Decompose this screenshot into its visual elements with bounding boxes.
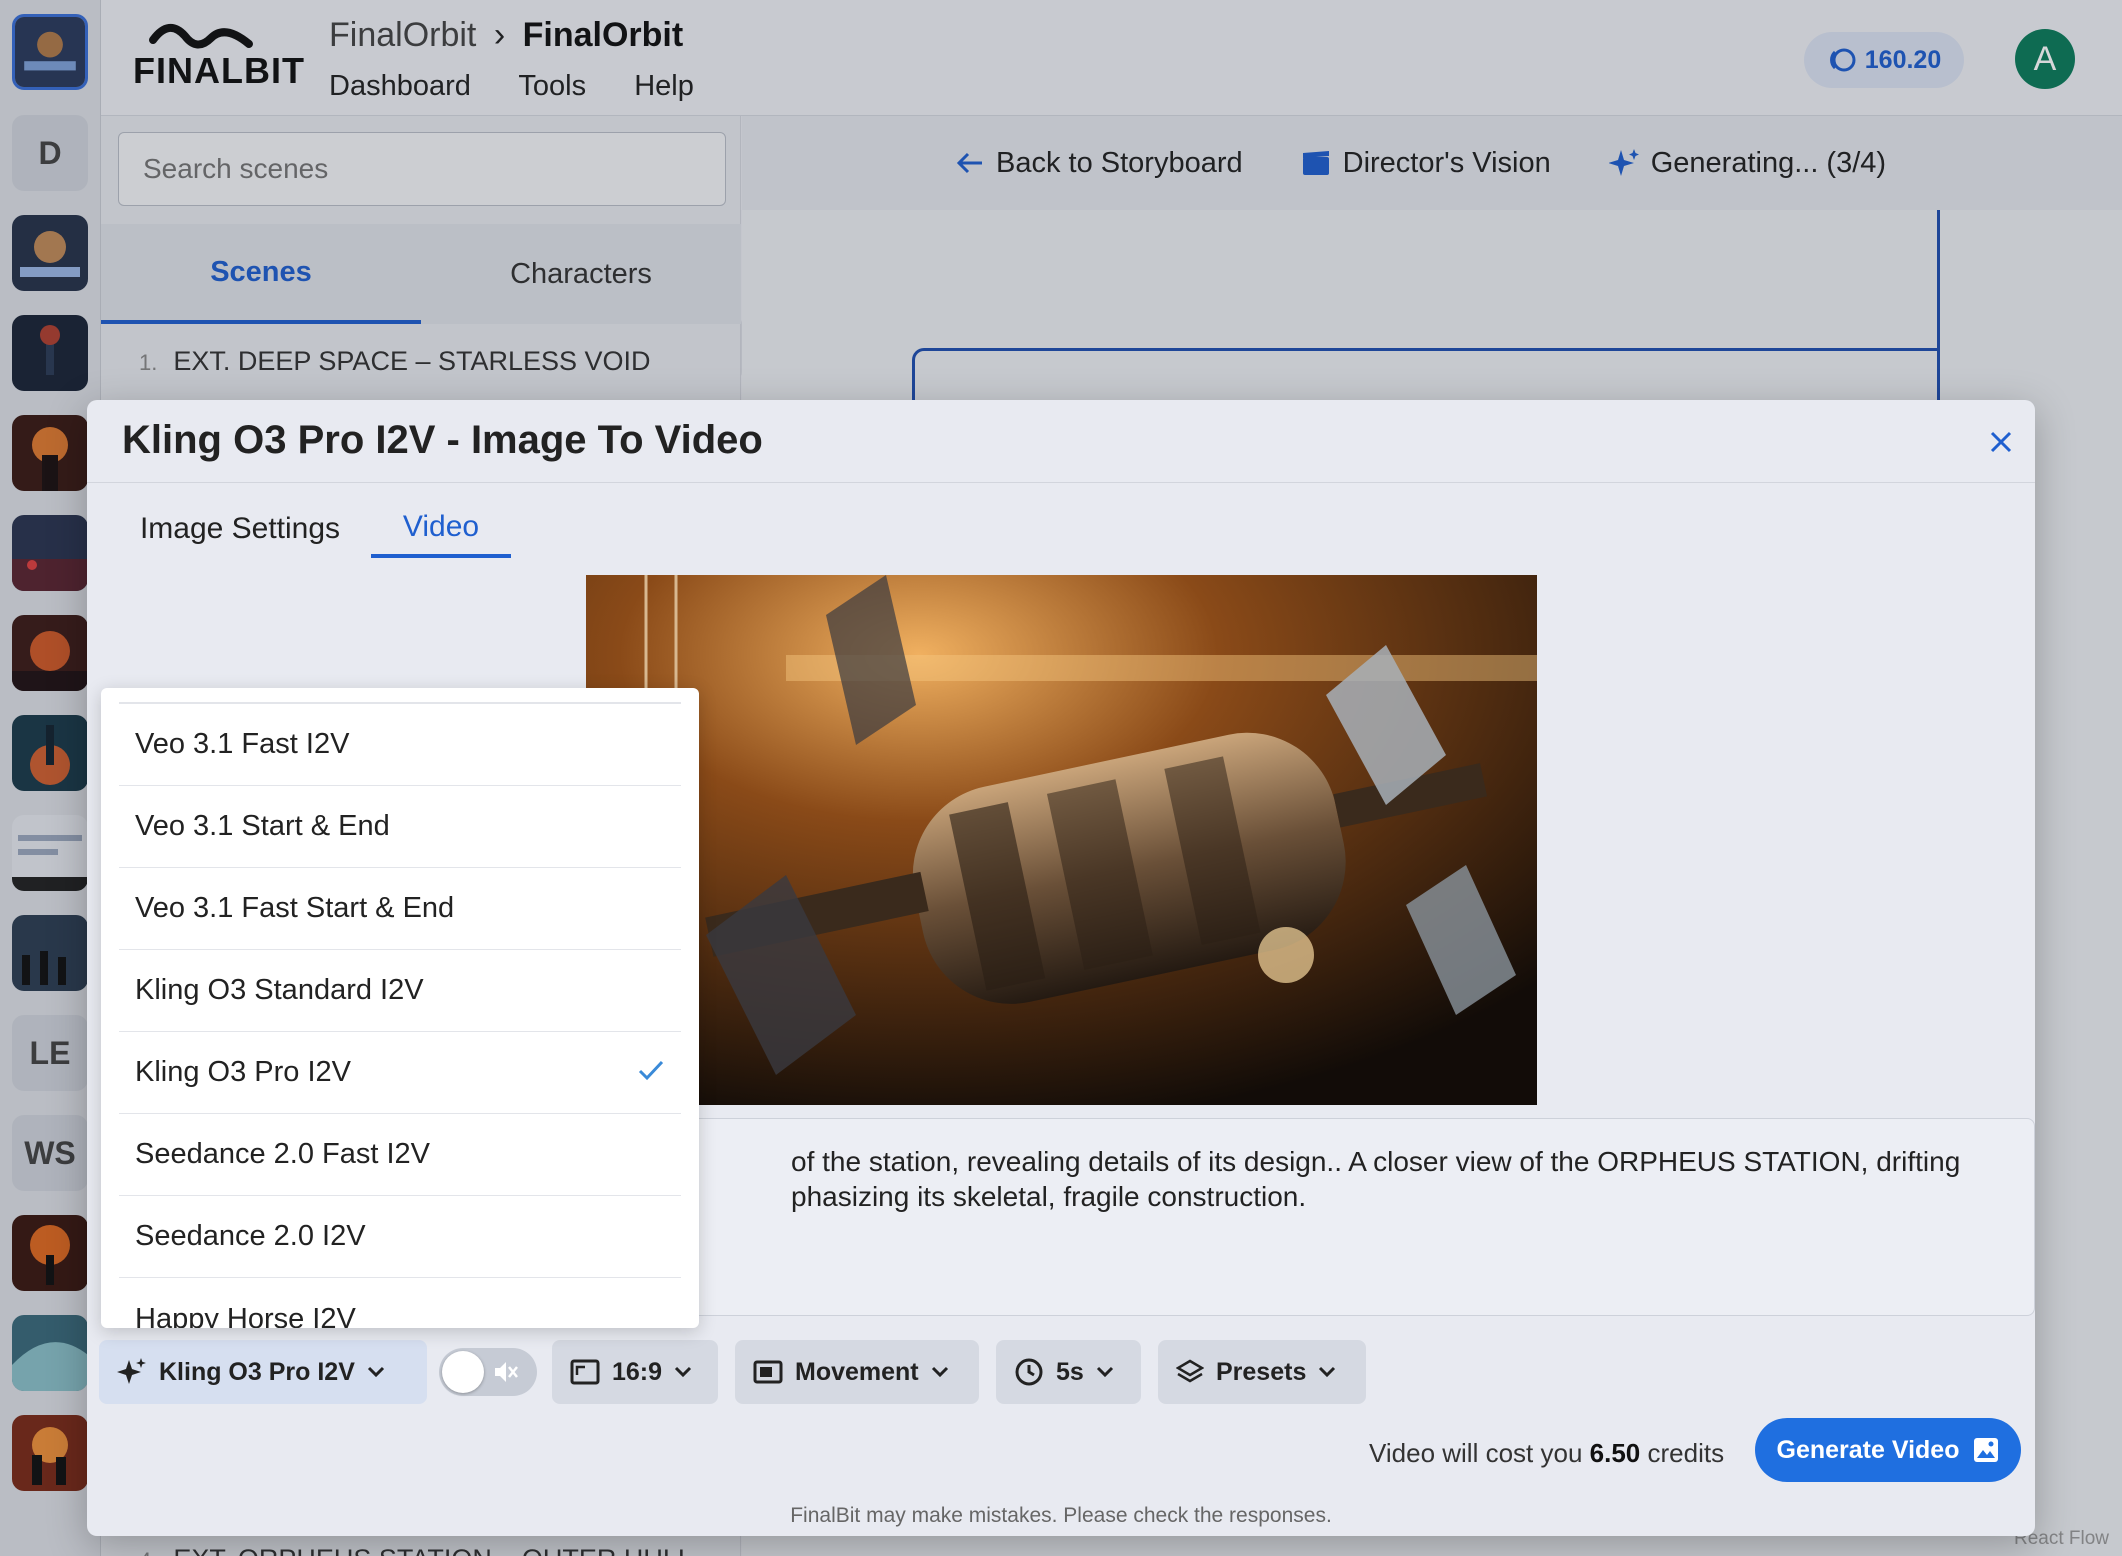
- layers-icon: [1176, 1359, 1204, 1383]
- chevron-down-icon: [931, 1366, 948, 1378]
- clock-icon: [1015, 1358, 1043, 1386]
- option-label: Veo 3.1 Fast Start & End: [135, 892, 455, 924]
- model-select-button[interactable]: Kling O3 Pro I2V: [99, 1340, 427, 1404]
- cost-suffix: credits: [1647, 1438, 1725, 1468]
- model-option-kling-o3-pro-i2v[interactable]: Kling O3 Pro I2V: [119, 1032, 681, 1114]
- model-dropdown: Veo 3.1 Fast I2V Veo 3.1 Start & End Veo…: [101, 688, 699, 1328]
- tab-video[interactable]: Video: [371, 500, 511, 558]
- disclaimer: FinalBit may make mistakes. Please check…: [790, 1504, 1332, 1527]
- tab-image-settings[interactable]: Image Settings: [135, 500, 345, 558]
- model-option-veo-3-1-fast-start-end[interactable]: Veo 3.1 Fast Start & End: [119, 868, 681, 950]
- audio-toggle[interactable]: [439, 1348, 537, 1396]
- prompt-textarea[interactable]: of the station, revealing details of its…: [691, 1118, 2109, 1316]
- chevron-down-icon: [367, 1366, 384, 1378]
- image-icon: [1974, 1438, 1999, 1462]
- model-option-veo-3-1-start-end[interactable]: Veo 3.1 Start & End: [119, 786, 681, 868]
- modal-header: Kling O3 Pro I2V - Image To Video: [87, 400, 2035, 483]
- model-option-kling-o3-standard-i2v[interactable]: Kling O3 Standard I2V: [119, 950, 681, 1032]
- cost-value: 6.50: [1589, 1438, 1641, 1468]
- model-option-seedance-2-0-i2v[interactable]: Seedance 2.0 I2V: [119, 1196, 681, 1278]
- model-option-seedance-2-0-fast-i2v[interactable]: Seedance 2.0 Fast I2V: [119, 1114, 681, 1196]
- option-label: Kling O3 Pro I2V: [135, 1056, 351, 1088]
- toggle-knob: [442, 1351, 484, 1393]
- model-label: Kling O3 Pro I2V: [159, 1357, 355, 1386]
- cost-estimate: Video will cost you 6.50 credits: [1369, 1438, 1724, 1469]
- prompt-line: phasizing its skeletal, fragile construc…: [791, 1181, 1307, 1212]
- sparkle-icon: [117, 1358, 146, 1384]
- option-label: Seedance 2.0 Fast I2V: [135, 1138, 431, 1170]
- option-label: Veo 3.1 Fast I2V: [135, 728, 350, 760]
- option-label: Happy Horse I2V: [135, 1302, 356, 1329]
- option-label: Seedance 2.0 I2V: [135, 1220, 366, 1252]
- chevron-down-icon: [1319, 1366, 1336, 1378]
- ratio-label: 16:9: [612, 1357, 663, 1386]
- close-icon: [1990, 431, 2012, 453]
- modal-title: Kling O3 Pro I2V - Image To Video: [122, 418, 763, 462]
- chevron-down-icon: [1096, 1366, 1113, 1378]
- presets-label: Presets: [1216, 1357, 1307, 1386]
- generate-video-button[interactable]: Generate Video: [1755, 1418, 2021, 1482]
- option-label: Kling O3 Standard I2V: [135, 974, 424, 1006]
- model-option-veo-3-1-fast-i2v[interactable]: Veo 3.1 Fast I2V: [119, 704, 681, 786]
- cost-prefix: Video will cost you: [1369, 1438, 1583, 1468]
- duration-select[interactable]: 5s: [996, 1340, 1141, 1404]
- chevron-down-icon: [674, 1366, 692, 1378]
- movement-select[interactable]: Movement: [735, 1340, 979, 1404]
- aspect-ratio-select[interactable]: 16:9: [552, 1340, 718, 1404]
- model-option-happy-horse-i2v[interactable]: Happy Horse I2V: [119, 1278, 681, 1329]
- source-image-preview: [586, 575, 1537, 1105]
- camera-movement-icon: [753, 1360, 783, 1384]
- prompt-line: of the station, revealing details of its…: [791, 1146, 1961, 1177]
- option-label: Veo 3.1 Start & End: [135, 810, 390, 842]
- checkmark-icon: [638, 1060, 664, 1081]
- duration-label: 5s: [1056, 1357, 1084, 1386]
- generate-label: Generate Video: [1776, 1435, 1960, 1464]
- mute-icon: [495, 1362, 518, 1382]
- aspect-ratio-icon: [570, 1359, 600, 1385]
- close-button[interactable]: [1983, 424, 2019, 460]
- presets-select[interactable]: Presets: [1158, 1340, 1366, 1404]
- movement-label: Movement: [795, 1357, 919, 1386]
